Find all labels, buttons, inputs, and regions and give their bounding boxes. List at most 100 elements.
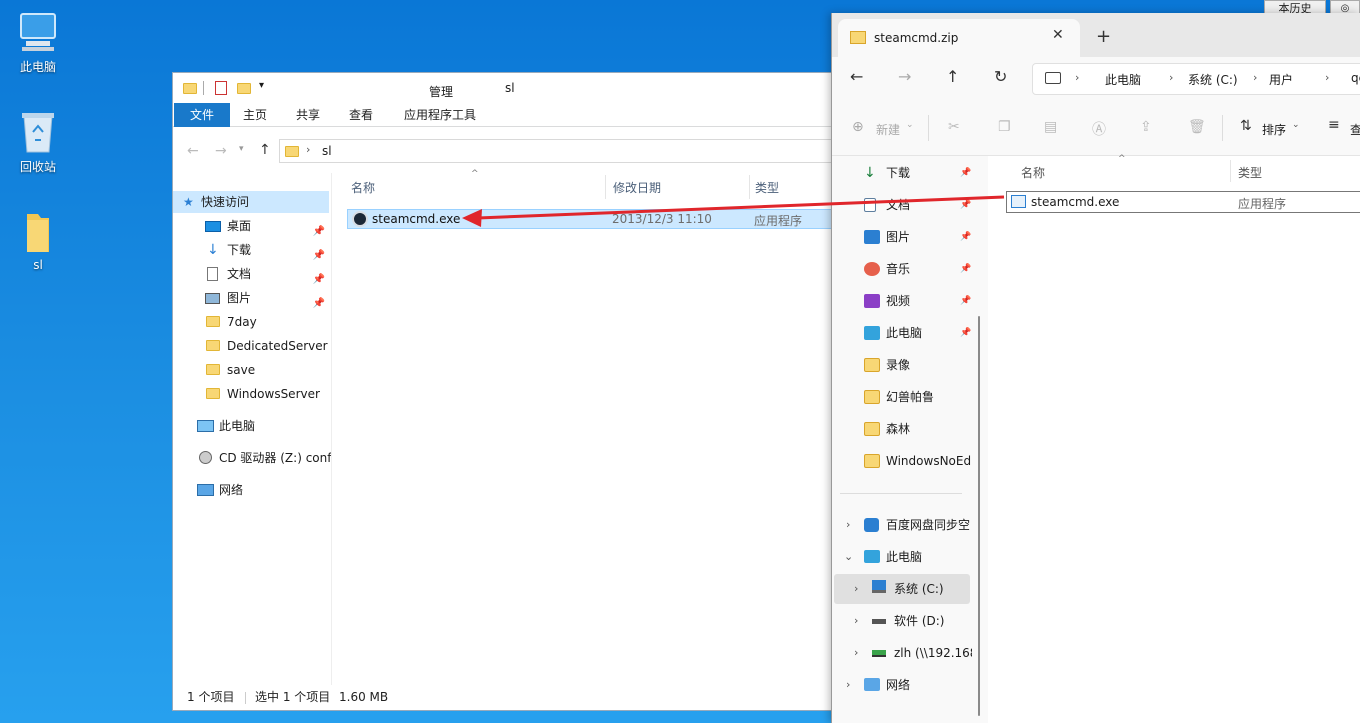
nav-item-save[interactable]: save xyxy=(173,359,329,381)
column-name[interactable]: 名称 xyxy=(351,179,375,196)
chevron-right-icon[interactable]: › xyxy=(1253,71,1257,84)
chevron-down-icon[interactable]: ⌄ xyxy=(844,544,853,570)
forward-icon[interactable]: → xyxy=(215,143,227,159)
address-segment[interactable]: sl xyxy=(322,144,332,158)
chevron-right-icon[interactable]: › xyxy=(854,640,858,666)
chevron-right-icon[interactable]: › xyxy=(854,608,858,634)
cd-drive-icon xyxy=(199,451,212,464)
new-folder-icon[interactable] xyxy=(237,83,251,94)
tree-software-d[interactable]: › 软件 (D:) xyxy=(832,608,972,634)
nav-item-recordings[interactable]: 录像 xyxy=(864,352,910,378)
column-type[interactable]: 类型 xyxy=(755,179,779,196)
close-icon[interactable]: ✕ xyxy=(1052,27,1064,43)
nav-item-downloads[interactable]: ↓ 下载 📌 xyxy=(173,239,329,261)
nav-quick-access[interactable]: ★ 快速访问 xyxy=(173,191,329,213)
pin-icon[interactable]: 📌 xyxy=(960,288,971,314)
up-icon[interactable]: ↑ xyxy=(946,67,959,86)
nav-item-videos[interactable]: 视频 📌 xyxy=(864,288,974,314)
tab-share[interactable]: 共享 xyxy=(284,103,332,127)
tab-file[interactable]: 文件 xyxy=(174,103,230,127)
nav-item-this-pc[interactable]: 此电脑 📌 xyxy=(864,320,974,346)
customize-toolbar-icon[interactable]: ▾ xyxy=(259,80,264,91)
refresh-icon[interactable]: ↻ xyxy=(994,67,1007,86)
new-tab-icon[interactable]: + xyxy=(1096,26,1111,47)
desktop-icon-recycle-bin[interactable]: 回收站 xyxy=(0,110,76,175)
tree-network-drive[interactable]: › zlh (\\192.168 xyxy=(832,640,972,666)
breadcrumb-users[interactable]: 用户 xyxy=(1269,71,1293,88)
pin-icon[interactable]: 📌 xyxy=(960,320,971,346)
tab-app-tools[interactable]: 应用程序工具 xyxy=(392,103,488,127)
view-icon[interactable]: ≡ xyxy=(1328,117,1340,133)
tree-network[interactable]: › 网络 xyxy=(832,672,972,698)
sort-button[interactable]: 排序 xyxy=(1262,121,1286,138)
desktop-icon-this-pc[interactable]: 此电脑 xyxy=(0,10,76,75)
nav-item-dedicatedserver[interactable]: DedicatedServer xyxy=(173,335,329,357)
breadcrumb-this-pc[interactable]: 此电脑 xyxy=(1105,71,1141,88)
breadcrumb-system-c[interactable]: 系统 (C:) xyxy=(1188,71,1238,88)
network-icon xyxy=(197,484,214,496)
view-button[interactable]: 查 xyxy=(1350,121,1360,138)
rename-icon[interactable]: Ⓐ xyxy=(1092,119,1106,139)
paste-icon[interactable]: ▤ xyxy=(1044,119,1057,135)
tab-view[interactable]: 查看 xyxy=(337,103,385,127)
new-button[interactable]: 新建 xyxy=(876,121,900,138)
chevron-right-icon[interactable]: › xyxy=(1169,71,1173,84)
nav-item-desktop[interactable]: 桌面 📌 xyxy=(173,215,329,237)
delete-icon[interactable]: 🗑 xyxy=(1188,119,1206,135)
chevron-right-icon[interactable]: › xyxy=(854,574,858,604)
pin-icon[interactable]: 📌 xyxy=(960,192,971,218)
cut-icon[interactable]: ✂ xyxy=(948,119,960,135)
up-icon[interactable]: ↑ xyxy=(259,142,271,158)
sort-icon[interactable]: ⇅ xyxy=(1240,118,1252,134)
scrollbar[interactable] xyxy=(978,316,980,716)
chevron-right-icon[interactable]: › xyxy=(306,143,310,156)
address-bar[interactable]: › 此电脑 › 系统 (C:) › 用户 › qc xyxy=(1032,63,1360,95)
copy-icon[interactable]: ❐ xyxy=(998,119,1011,135)
chevron-right-icon[interactable]: › xyxy=(846,512,850,538)
tab-home[interactable]: 主页 xyxy=(231,103,279,127)
table-row[interactable]: steamcmd.exe 2013/12/3 11:10 应用程序 xyxy=(347,209,837,229)
manage-label[interactable]: 管理 xyxy=(429,83,453,100)
column-type[interactable]: 类型 xyxy=(1238,164,1262,181)
nav-item-palworld[interactable]: 幻兽帕鲁 xyxy=(864,384,934,410)
nav-item-7day[interactable]: 7day xyxy=(173,311,329,333)
pin-icon[interactable]: 📌 xyxy=(960,160,971,186)
nav-item-pictures[interactable]: 图片 📌 xyxy=(864,224,974,250)
column-name[interactable]: 名称 xyxy=(1021,164,1045,181)
tree-system-c[interactable]: › 系统 (C:) xyxy=(834,574,970,604)
tab-steamcmd-zip[interactable]: steamcmd.zip ✕ xyxy=(838,19,1080,57)
back-icon[interactable]: ← xyxy=(850,67,863,86)
tree-baidu-sync[interactable]: › 百度网盘同步空 xyxy=(832,512,972,538)
tab-bar: steamcmd.zip ✕ + xyxy=(832,13,1360,57)
tree-this-pc[interactable]: ⌄ 此电脑 xyxy=(832,544,972,570)
chevron-right-icon[interactable]: › xyxy=(1075,71,1079,84)
nav-network[interactable]: 网络 xyxy=(173,479,329,501)
quick-access-toolbar: ▾ 管理 sl xyxy=(173,73,871,103)
chevron-right-icon[interactable]: › xyxy=(1325,71,1329,84)
pane-divider[interactable] xyxy=(331,173,332,685)
back-icon[interactable]: ← xyxy=(187,143,199,159)
nav-item-music[interactable]: 音乐 📌 xyxy=(864,256,974,282)
nav-item-pictures[interactable]: 图片 📌 xyxy=(173,287,329,309)
nav-item-documents[interactable]: 文档 📌 xyxy=(173,263,329,285)
nav-item-windowsnoed[interactable]: WindowsNoEd xyxy=(864,448,972,474)
nav-item-documents[interactable]: 文档 📌 xyxy=(864,192,974,218)
chevron-right-icon[interactable]: › xyxy=(846,672,850,698)
share-icon[interactable]: ⇪ xyxy=(1140,119,1152,135)
forward-icon[interactable]: → xyxy=(898,67,911,86)
nav-item-windowsserver[interactable]: WindowsServer xyxy=(173,383,329,405)
nav-item-forest[interactable]: 森林 xyxy=(864,416,910,442)
nav-item-downloads[interactable]: ↓ 下载 📌 xyxy=(864,160,974,186)
address-bar[interactable]: › sl xyxy=(279,139,839,163)
pin-icon[interactable]: 📌 xyxy=(960,256,971,282)
breadcrumb-user[interactable]: qc xyxy=(1351,71,1360,85)
properties-icon[interactable] xyxy=(215,81,227,95)
pin-icon[interactable]: 📌 xyxy=(960,224,971,250)
new-icon[interactable]: ⊕ xyxy=(852,119,864,135)
desktop-icon-sl-folder[interactable]: sl xyxy=(0,210,76,272)
nav-cd-drive[interactable]: CD 驱动器 (Z:) confi xyxy=(173,447,331,469)
column-modified[interactable]: 修改日期 xyxy=(613,179,661,196)
nav-this-pc[interactable]: 此电脑 xyxy=(173,415,329,437)
table-row[interactable]: steamcmd.exe 应用程序 xyxy=(1006,191,1360,213)
recent-locations-icon[interactable]: ▾ xyxy=(239,144,244,154)
